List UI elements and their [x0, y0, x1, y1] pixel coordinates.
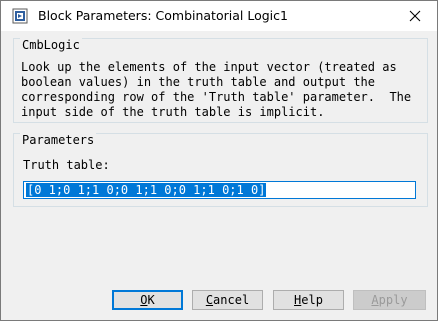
block-type-label: CmbLogic [20, 38, 82, 52]
truth-table-value: [0 1;0 1;1 0;0 1;1 0;0 1;1 0;1 0] [26, 183, 267, 197]
close-icon [409, 10, 421, 22]
block-parameters-dialog: Block Parameters: Combinatorial Logic1 C… [0, 0, 438, 321]
apply-button[interactable]: Apply [353, 290, 426, 310]
cancel-button[interactable]: Cancel [192, 290, 263, 310]
ok-button[interactable]: OK [112, 290, 183, 310]
block-description: Look up the elements of the input vector… [21, 60, 412, 119]
close-button[interactable] [393, 1, 437, 31]
window-title: Block Parameters: Combinatorial Logic1 [38, 8, 288, 23]
block-icon [12, 8, 28, 24]
parameters-group: Parameters Truth table: [0 1;0 1;1 0;0 1… [13, 133, 428, 207]
title-bar[interactable]: Block Parameters: Combinatorial Logic1 [1, 1, 437, 31]
truth-table-label: Truth table: [23, 158, 110, 172]
parameters-title: Parameters [20, 133, 97, 147]
truth-table-input[interactable]: [0 1;0 1;1 0;0 1;1 0;0 1;1 0;1 0] [23, 181, 416, 199]
block-description-group: CmbLogic Look up the elements of the inp… [13, 38, 428, 123]
help-button[interactable]: Help [273, 290, 344, 310]
